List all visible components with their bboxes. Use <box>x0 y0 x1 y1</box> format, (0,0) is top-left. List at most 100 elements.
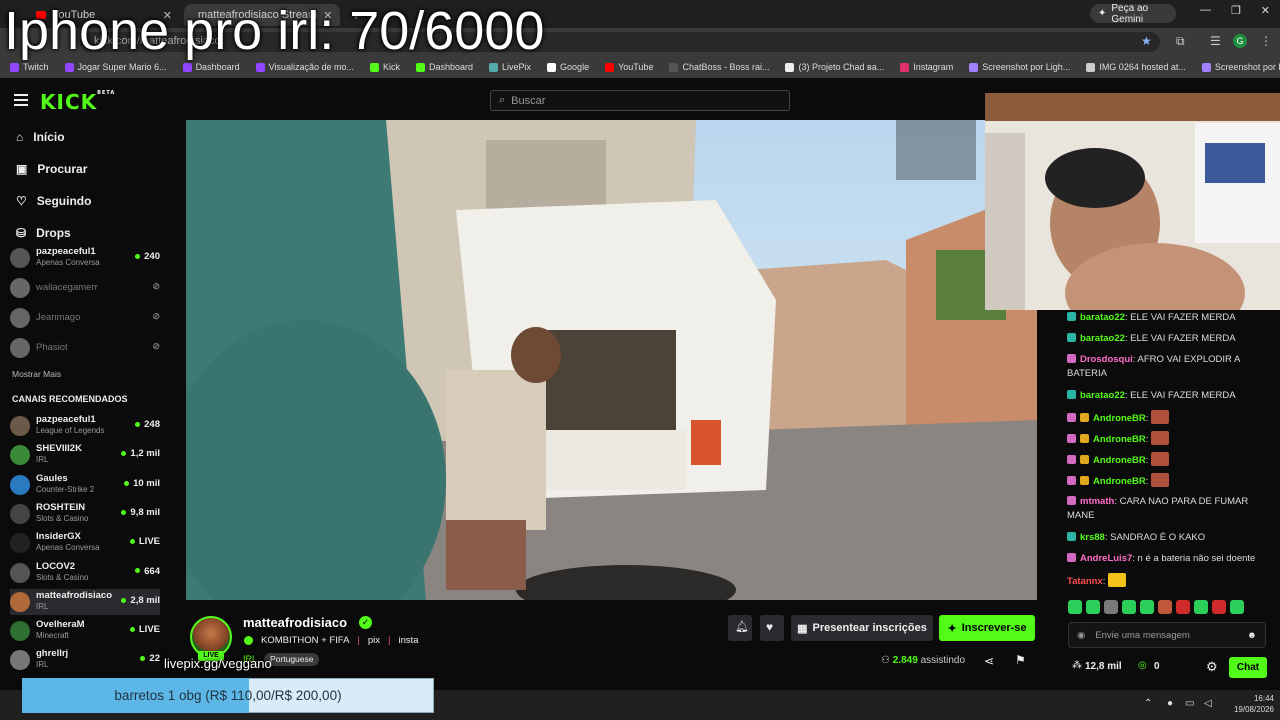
bookmark-item[interactable]: YouTube <box>605 62 653 72</box>
separator: | <box>388 635 391 646</box>
nav-item-drops[interactable]: ⛁ Drops <box>16 226 71 240</box>
streamer-name[interactable]: matteafrodisiaco <box>243 615 347 630</box>
nav-item-home[interactable]: ⌂ Início <box>16 130 65 144</box>
chat-username[interactable]: Tatannx <box>1067 576 1103 587</box>
hamburger-menu-icon[interactable] <box>14 94 28 106</box>
chat-username[interactable]: AndroneBR <box>1093 455 1146 466</box>
bookmark-item[interactable]: Kick <box>369 62 400 72</box>
emote-icon[interactable] <box>1230 600 1244 614</box>
minimize-icon[interactable]: — <box>1200 4 1211 24</box>
restore-icon[interactable]: ❐ <box>1231 4 1241 24</box>
search-input[interactable]: ⌕ Buscar <box>490 90 790 111</box>
bookmark-label: Instagram <box>913 62 954 72</box>
channel-item[interactable]: Gaules Counter-Strike 2 10 mil <box>10 472 160 498</box>
gemini-button[interactable]: ✦ Peça ao Gemini <box>1090 3 1176 25</box>
channel-item[interactable]: OvelheraM Minecraft LIVE <box>10 618 160 644</box>
bookmark-item[interactable]: Dashboard <box>182 62 240 72</box>
chat-username[interactable]: AndroneBR <box>1093 434 1146 445</box>
channel-item[interactable]: LOCOV2 Slots & Casino 664 <box>10 560 160 586</box>
profile-avatar[interactable]: G <box>1233 34 1247 48</box>
mic-icon[interactable]: ● <box>1167 698 1173 709</box>
emote-icon[interactable] <box>1068 600 1082 614</box>
kick-logo[interactable]: KICKBETA <box>40 90 115 114</box>
channel-item[interactable]: Jeanmago ⊘ <box>10 305 160 331</box>
close-window-icon[interactable]: ✕ <box>1261 4 1270 24</box>
subscribe-button[interactable]: ✦ Inscrever-se <box>939 615 1035 641</box>
emote-icon[interactable] <box>1140 600 1154 614</box>
bookmark-label: Screenshot por Ligh... <box>982 62 1071 72</box>
channel-item[interactable]: pazpeaceful1 Apenas Conversa 240 <box>10 245 160 271</box>
gift-icon: ▦ <box>797 622 808 635</box>
chat-username[interactable]: AndreLuis7 <box>1080 553 1132 564</box>
channel-name: LOCOV2 <box>36 560 76 572</box>
volume-icon[interactable]: ◁ <box>1204 698 1212 709</box>
emote-icon[interactable] <box>1104 600 1118 614</box>
extensions-icon[interactable]: ⧉ <box>1176 34 1185 49</box>
emoji-icon[interactable]: ☻ <box>1247 630 1257 641</box>
nav-item-heart[interactable]: ♡ Seguindo <box>16 194 91 208</box>
nav-item-browse[interactable]: ▣ Procurar <box>16 162 87 176</box>
emote-icon[interactable] <box>1086 600 1100 614</box>
channel-item[interactable]: SHEVIII2K IRL 1,2 mil <box>10 442 160 468</box>
subscriber-badge-icon <box>1067 312 1076 321</box>
chat-text: n é a bateria não sei doente <box>1137 553 1256 564</box>
menu-kebab-icon[interactable]: ⋮ <box>1260 34 1272 48</box>
language-tag[interactable]: Portuguese <box>264 653 320 666</box>
emote-icon[interactable] <box>1176 600 1190 614</box>
emote-icon[interactable] <box>1212 600 1226 614</box>
bookmark-item[interactable]: IMG 0264 hosted at... <box>1086 62 1186 72</box>
channel-item[interactable]: wallacegamerr ⊘ <box>10 275 160 301</box>
channel-item[interactable]: ghrellrj IRL 22 <box>10 647 160 673</box>
share-icon[interactable]: ⋖ <box>984 654 994 668</box>
channel-viewers: 240 <box>135 251 160 262</box>
chat-username[interactable]: baratao22 <box>1080 390 1125 401</box>
channel-item[interactable]: InsiderGX Apenas Conversa LIVE <box>10 530 160 556</box>
network-icon[interactable]: ▭ <box>1185 698 1194 709</box>
emote-bar[interactable] <box>1068 600 1268 618</box>
channel-item[interactable]: ROSHTEIN Slots & Casino 9,8 mil <box>10 501 160 527</box>
subscriber-badge-icon <box>1067 390 1076 399</box>
bookmark-item[interactable]: LivePix <box>489 62 531 72</box>
notification-bell-button[interactable]: 🔔︎ <box>728 615 752 641</box>
channel-item[interactable]: pazpeaceful1 League of Legends 248 <box>10 413 160 439</box>
tray-chevron-icon[interactable]: ⌃ <box>1144 698 1152 709</box>
bookmark-star-icon[interactable]: ★ <box>1141 34 1152 48</box>
chat-message: baratao22: ELE VAI FAZER MERDA <box>1067 332 1275 346</box>
offline-icon: ⊘ <box>152 341 160 351</box>
chat-input[interactable]: ◉ Envie uma mensagem ☻ <box>1068 622 1266 648</box>
bookmark-item[interactable]: Screenshot por Ligh... <box>969 62 1070 72</box>
bookmark-item[interactable]: Visualização de mo... <box>255 62 354 72</box>
chat-send-button[interactable]: Chat <box>1229 657 1267 678</box>
emote-icon[interactable] <box>1194 600 1208 614</box>
video-player[interactable] <box>186 120 1037 600</box>
settings-gear-icon[interactable]: ⚙ <box>1206 659 1218 675</box>
bookmark-item[interactable]: Google <box>547 62 589 72</box>
bookmark-item[interactable]: ChatBoss - Boss rai... <box>669 62 769 72</box>
bookmark-item[interactable]: Dashboard <box>416 62 473 72</box>
channel-item[interactable]: Phasiot ⊘ <box>10 335 160 361</box>
chat-username[interactable]: Drosdosqui <box>1080 354 1133 365</box>
follow-heart-button[interactable]: ♥ <box>760 615 784 641</box>
channel-game: IRL <box>36 660 49 670</box>
bookmark-item[interactable]: Instagram <box>900 62 953 72</box>
bookmark-item[interactable]: Screenshot por Ligh... <box>1201 62 1280 72</box>
bookmark-item[interactable]: Jogar Super Mario 6... <box>64 62 167 72</box>
chat-username[interactable]: AndroneBR <box>1093 476 1146 487</box>
chat-username[interactable]: mtmath <box>1080 496 1114 507</box>
chat-username[interactable]: krs88 <box>1080 532 1105 543</box>
clip-icon[interactable]: ⚑ <box>1015 653 1026 667</box>
media-icon[interactable]: ☰ <box>1210 34 1221 48</box>
bookmark-item[interactable]: Twitch <box>10 62 49 72</box>
chat-username[interactable]: baratao22 <box>1080 312 1125 323</box>
system-clock[interactable]: 16:44 19/08/2026 <box>1218 693 1274 715</box>
channel-item[interactable]: matteafrodisiaco IRL 2,8 mil <box>10 588 160 615</box>
gift-subs-button[interactable]: ▦ Presentear inscrições <box>791 615 933 641</box>
emote-icon[interactable] <box>1122 600 1136 614</box>
overlay-goal-title: Iphone pro irl: 70/6000 <box>4 1 545 61</box>
bookmark-item[interactable]: (3) Projeto Chad ва... <box>785 62 884 72</box>
chat-username[interactable]: AndroneBR <box>1093 413 1146 424</box>
show-more-link[interactable]: Mostrar Mais <box>12 369 61 379</box>
channel-game: Apenas Conversa <box>36 258 100 267</box>
emote-icon[interactable] <box>1158 600 1172 614</box>
chat-username[interactable]: baratao22 <box>1080 333 1125 344</box>
